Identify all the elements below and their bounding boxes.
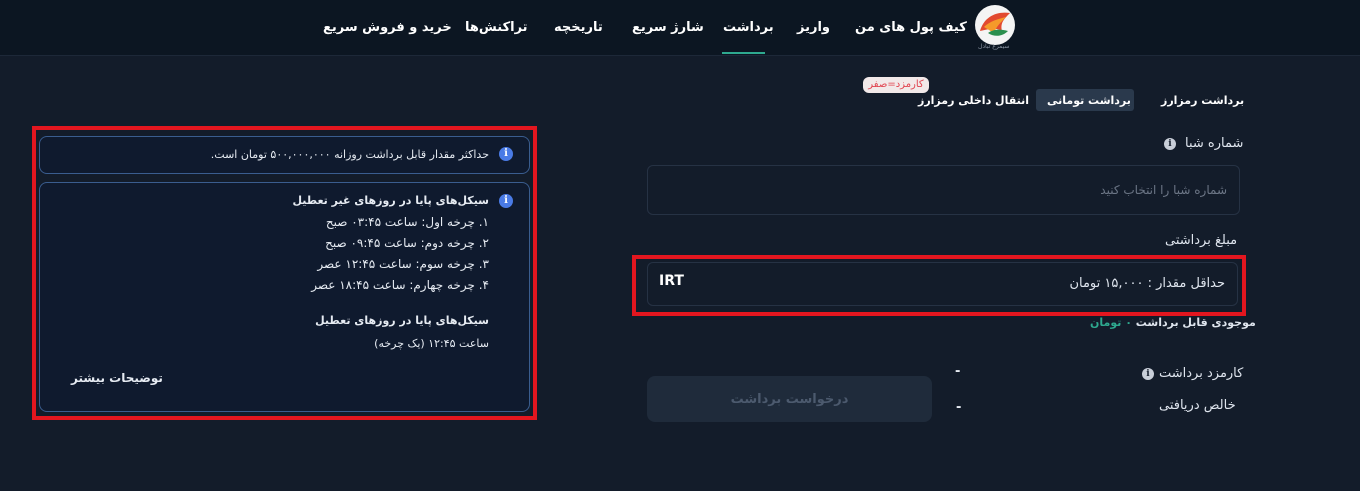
withdraw-request-button[interactable]: درخواست برداشت (647, 376, 932, 422)
fee-label: کارمزد برداشت (1159, 366, 1244, 381)
available-balance: موجودی قابل برداشت ۰ تومان (1090, 316, 1256, 329)
info-icon[interactable]: i (1164, 138, 1176, 150)
sheba-field[interactable] (647, 165, 1240, 215)
nav-deposit[interactable]: واریز (797, 20, 830, 35)
info-icon: i (499, 147, 513, 161)
amount-field[interactable]: حداقل مقدار : ۱۵,۰۰۰ تومان IRT (647, 262, 1238, 306)
list-item: ۴. چرخه چهارم: ساعت ۱۸:۴۵ عصر (311, 278, 489, 292)
top-navigation-bar: سیمرغ تبادل کیف پول های من واریز برداشت … (0, 0, 1360, 56)
tab-crypto-withdraw[interactable]: برداشت رمزارز (1161, 94, 1244, 107)
fee-value: - (955, 364, 961, 379)
weekday-cycles-title: سیکل‌های پایا در روزهای غیر تعطیل (292, 194, 489, 207)
nav-withdraw[interactable]: برداشت (723, 20, 774, 35)
list-item: ۱. چرخه اول: ساعت ۰۳:۴۵ صبح (325, 215, 489, 229)
list-item: ۲. چرخه دوم: ساعت ۰۹:۴۵ صبح (325, 236, 489, 250)
sheba-label-text: شماره شبا (1185, 136, 1244, 151)
nav-quick-buy-sell[interactable]: خرید و فروش سریع (323, 20, 452, 35)
sheba-label: شماره شبا (1185, 136, 1243, 151)
currency-unit: IRT (659, 273, 684, 289)
net-label: خالص دریافتی (1159, 398, 1236, 413)
balance-value: ۰ تومان (1090, 316, 1132, 329)
zero-fee-badge: کارمزد=صفر (863, 77, 929, 93)
logo-caption: سیمرغ تبادل (978, 43, 1010, 50)
nav-my-wallets[interactable]: کیف پول های من (855, 20, 967, 35)
nav-history[interactable]: تاریخچه (554, 20, 603, 35)
active-nav-indicator (722, 52, 765, 54)
amount-label: مبلغ برداشتی (1165, 233, 1238, 248)
balance-label: موجودی قابل برداشت (1135, 316, 1256, 329)
list-item: ۳. چرخه سوم: ساعت ۱۲:۴۵ عصر (317, 257, 489, 271)
max-withdraw-notice: i حداکثر مقدار قابل برداشت روزانه ۵۰۰,۰۰… (39, 136, 530, 174)
net-value: - (956, 400, 962, 415)
info-icon[interactable]: i (1142, 368, 1154, 380)
paya-cycles-panel: i سیکل‌های پایا در روزهای غیر تعطیل ۱. چ… (39, 182, 530, 412)
nav-transactions[interactable]: تراکنش‌ها (465, 20, 528, 35)
tab-internal-transfer[interactable]: انتقال داخلی رمزارز (918, 94, 1029, 107)
amount-min-hint: حداقل مقدار : ۱۵,۰۰۰ تومان (1069, 276, 1225, 291)
max-withdraw-text: حداکثر مقدار قابل برداشت روزانه ۵۰۰,۰۰۰,… (210, 148, 489, 161)
sheba-input[interactable] (648, 166, 1239, 214)
nav-quick-charge[interactable]: شارژ سریع (632, 20, 704, 35)
info-icon: i (499, 194, 513, 208)
more-details-link[interactable]: توضیحات بیشتر (71, 371, 163, 385)
tab-toman-withdraw[interactable]: برداشت تومانی (1047, 94, 1131, 107)
holiday-cycle-text: ساعت ۱۲:۴۵ (یک چرخه) (374, 337, 489, 350)
holiday-cycles-title: سیکل‌های پایا در روزهای تعطیل (315, 314, 489, 327)
